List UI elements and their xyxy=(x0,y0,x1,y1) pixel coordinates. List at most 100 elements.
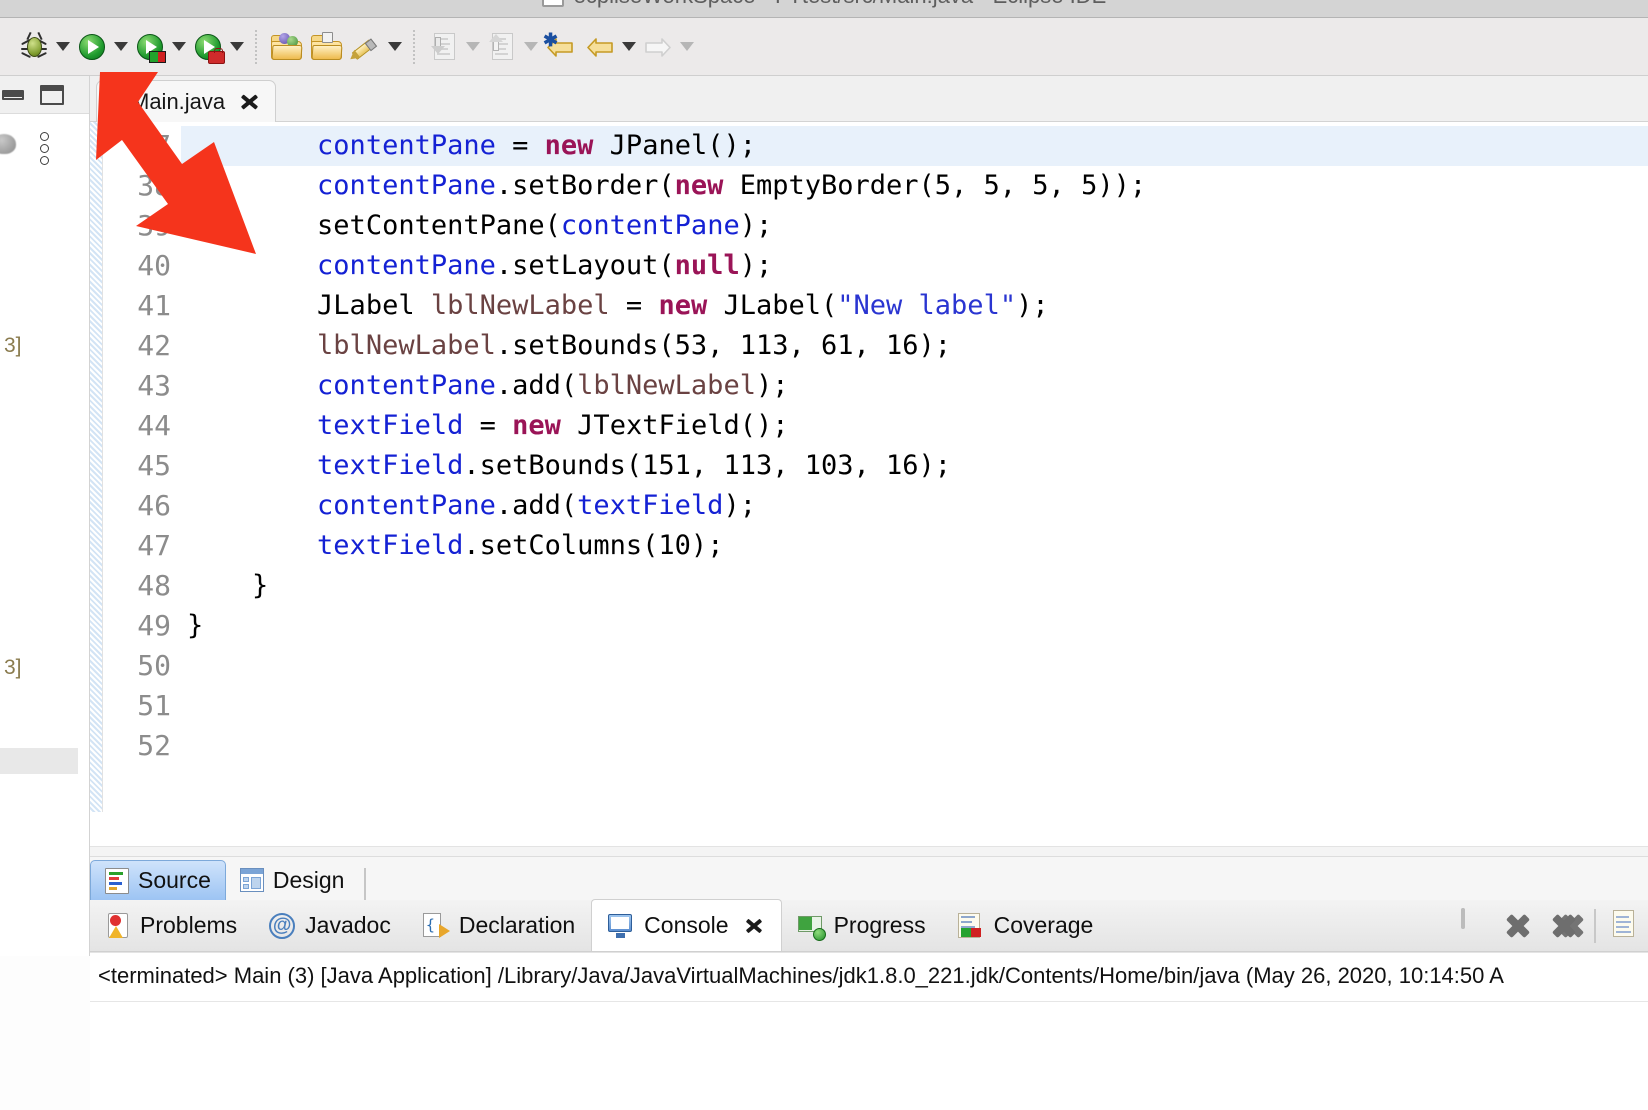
code-line[interactable]: } xyxy=(181,606,1648,646)
remove-x-icon xyxy=(1502,910,1534,942)
code-token: ); xyxy=(740,250,773,281)
last-edit-location-button[interactable]: ✱ xyxy=(540,27,580,67)
code-token: new xyxy=(675,170,724,201)
code-line[interactable]: lblNewLabel.setBounds(53, 113, 61, 16); xyxy=(181,326,1648,366)
code-line[interactable]: textField.setBounds(151, 113, 103, 16); xyxy=(181,446,1648,486)
back-dropdown-arrow[interactable] xyxy=(620,27,638,67)
remove-console-button[interactable] xyxy=(1502,910,1534,942)
code-line[interactable]: JLabel lblNewLabel = new JLabel("New lab… xyxy=(181,286,1648,326)
source-design-tab-bar: Source Design xyxy=(90,856,1648,900)
close-icon[interactable] xyxy=(237,90,261,114)
run-button[interactable] xyxy=(72,27,112,67)
code-line[interactable]: contentPane.setLayout(null); xyxy=(181,246,1648,286)
import-dropdown-arrow[interactable] xyxy=(464,27,482,67)
code-token: ); xyxy=(1016,290,1049,321)
code-editor[interactable]: 37383940414243444546474849505152 content… xyxy=(90,122,1648,812)
tab-console[interactable]: Console xyxy=(591,899,781,951)
code-token: } xyxy=(187,570,268,601)
toolbar-group-export xyxy=(482,25,540,69)
toolbar-group-forward xyxy=(638,25,696,69)
tab-javadoc-label: Javadoc xyxy=(305,912,391,939)
external-tools-dropdown-arrow[interactable] xyxy=(228,27,246,67)
code-line[interactable]: setContentPane(contentPane); xyxy=(181,206,1648,246)
console-output-line: <terminated> Main (3) [Java Application]… xyxy=(90,953,1648,989)
pencil-icon xyxy=(351,32,382,60)
run-dropdown-arrow[interactable] xyxy=(112,27,130,67)
remove-all-x-icon-overlay xyxy=(1556,910,1580,942)
bottom-view-tab-bar: Problems @ Javadoc { Declaration Console xyxy=(90,900,1648,952)
annotation-ruler[interactable] xyxy=(90,122,103,812)
close-icon[interactable] xyxy=(743,915,765,937)
code-line[interactable]: contentPane = new JPanel(); xyxy=(181,126,1648,166)
minimize-icon[interactable] xyxy=(2,90,24,100)
tab-coverage[interactable]: Coverage xyxy=(942,900,1110,951)
toolbar-group-coverage xyxy=(130,25,188,69)
coverage-button[interactable] xyxy=(130,27,170,67)
last-edit-location-icon: ✱ xyxy=(545,34,575,60)
window-title-checkbox[interactable] xyxy=(542,0,564,7)
editor-tab-main-java[interactable]: Main.java xyxy=(96,80,276,122)
code-token xyxy=(187,490,317,521)
code-token xyxy=(187,170,317,201)
code-line[interactable]: textField = new JTextField(); xyxy=(181,406,1648,446)
console-toolbar xyxy=(1456,900,1648,952)
tab-source[interactable]: Source xyxy=(90,860,226,900)
code-token: null xyxy=(675,250,740,281)
line-number: 42 xyxy=(103,326,171,366)
main-toolbar: ✱ xyxy=(0,18,1648,76)
tab-declaration[interactable]: { Declaration xyxy=(407,900,591,951)
export-dropdown-arrow[interactable] xyxy=(522,27,540,67)
terminate-button[interactable] xyxy=(1456,910,1488,942)
line-number: 52 xyxy=(103,726,171,766)
coverage-dropdown-arrow[interactable] xyxy=(170,27,188,67)
new-task-button[interactable] xyxy=(306,27,346,67)
debug-dropdown-arrow[interactable] xyxy=(54,27,72,67)
code-token: "New label" xyxy=(837,290,1016,321)
code-line[interactable]: textField.setColumns(10); xyxy=(181,526,1648,566)
export-button[interactable] xyxy=(482,27,522,67)
code-token: .setBorder( xyxy=(496,170,675,201)
new-java-project-button[interactable] xyxy=(266,27,306,67)
outline-item-clipped-1[interactable]: 3] xyxy=(4,334,22,358)
tab-javadoc[interactable]: @ Javadoc xyxy=(253,900,407,951)
toolbar-group-import xyxy=(424,25,482,69)
left-view-panel: 3] 3] xyxy=(0,76,90,956)
maximize-icon[interactable] xyxy=(40,85,64,105)
external-tools-button[interactable] xyxy=(188,27,228,67)
window-title: ecpliseWorkSpace - FTtest/src/Main.java … xyxy=(574,0,1107,9)
tab-problems-label: Problems xyxy=(140,912,237,939)
tab-declaration-label: Declaration xyxy=(459,912,575,939)
new-java-class-dropdown-arrow[interactable] xyxy=(386,27,404,67)
code-line[interactable]: contentPane.add(lblNewLabel); xyxy=(181,366,1648,406)
outline-item-clipped-2[interactable]: 3] xyxy=(4,656,22,680)
code-token xyxy=(187,370,317,401)
line-number: 41 xyxy=(103,286,171,326)
code-token: textField xyxy=(317,410,463,441)
editor-horizontal-scrollbar[interactable] xyxy=(90,846,1648,856)
code-line[interactable]: contentPane.setBorder(new EmptyBorder(5,… xyxy=(181,166,1648,206)
tab-progress[interactable]: Progress xyxy=(782,900,942,951)
new-java-class-button[interactable] xyxy=(346,27,386,67)
back-button[interactable] xyxy=(580,27,620,67)
toolbar-group-run xyxy=(72,25,130,69)
code-token: textField xyxy=(317,530,463,561)
view-menu-icon[interactable] xyxy=(40,132,49,165)
code-line[interactable]: contentPane.add(textField); xyxy=(181,486,1648,526)
forward-dropdown-arrow[interactable] xyxy=(678,27,696,67)
code-token: lblNewLabel xyxy=(577,370,756,401)
code-token: ); xyxy=(740,210,773,241)
import-button[interactable] xyxy=(424,27,464,67)
javadoc-icon: @ xyxy=(269,913,295,939)
tab-problems[interactable]: Problems xyxy=(90,900,253,951)
editor-area: Main.java 373839404142434445464748495051… xyxy=(90,76,1648,856)
remove-all-consoles-button[interactable] xyxy=(1548,910,1580,942)
tab-design[interactable]: Design xyxy=(226,860,359,900)
forward-button[interactable] xyxy=(638,27,678,67)
code-token: contentPane xyxy=(317,170,496,201)
code-token: .setBounds(151, 113, 103, 16); xyxy=(463,450,951,481)
debug-button[interactable] xyxy=(14,27,54,67)
open-console-button[interactable] xyxy=(1610,910,1642,942)
console-output-panel[interactable]: <terminated> Main (3) [Java Application]… xyxy=(90,952,1648,1110)
code-line[interactable]: } xyxy=(181,566,1648,606)
code-text-area[interactable]: contentPane = new JPanel(); contentPane.… xyxy=(181,122,1648,812)
